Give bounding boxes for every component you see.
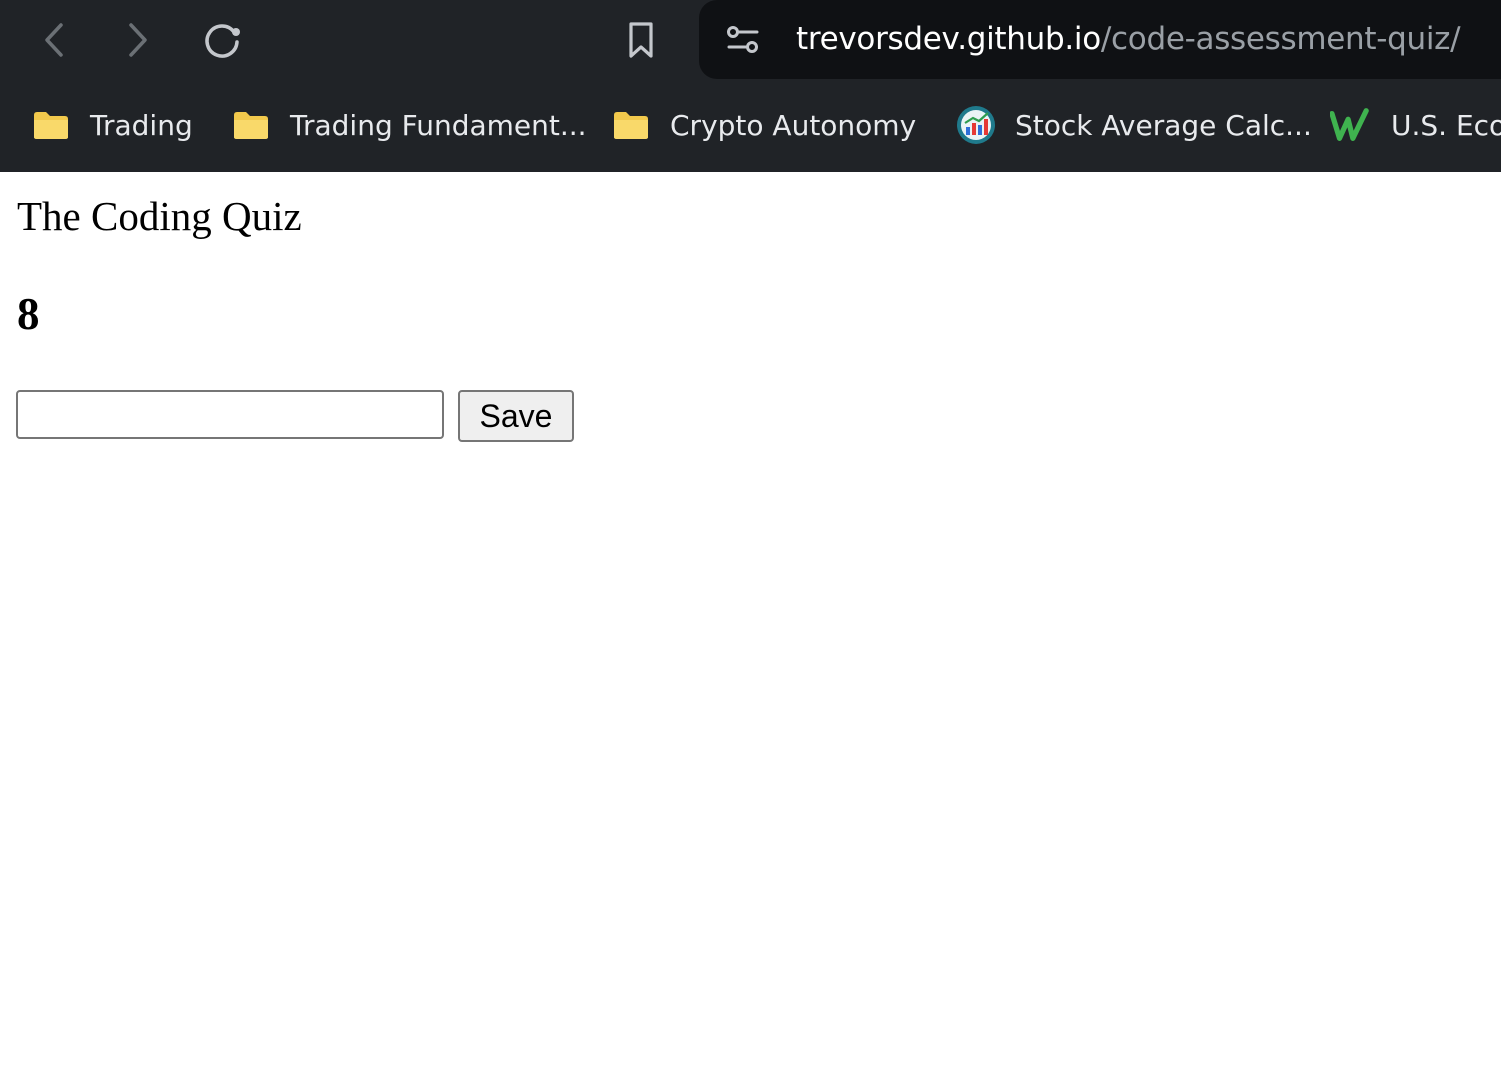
site-info-button[interactable] [719, 18, 767, 62]
tune-icon [727, 26, 759, 53]
folder-icon [231, 105, 271, 145]
browser-toolbar: trevorsdev.github.io/code-assessment-qui… [0, 0, 1501, 80]
bookmark-icon [629, 22, 653, 58]
address-bar[interactable]: trevorsdev.github.io/code-assessment-qui… [699, 0, 1501, 79]
folder-icon [611, 105, 651, 145]
bookmarks-bar: Trading Trading Fundament... Crypto Auto… [0, 96, 1501, 154]
bookmark-page-button[interactable] [615, 14, 667, 66]
browser-chrome: trevorsdev.github.io/code-assessment-qui… [0, 0, 1501, 172]
score-value: 8 [17, 289, 40, 339]
bookmark-trading-fundamentals[interactable]: Trading Fundament... [231, 96, 587, 154]
forward-arrow-icon [129, 23, 147, 57]
initials-input[interactable] [16, 390, 444, 439]
url-text[interactable]: trevorsdev.github.io/code-assessment-qui… [796, 17, 1461, 61]
bookmark-stock-average-calc[interactable]: Stock Average Calc... [956, 96, 1312, 154]
page-content: The Coding Quiz 8 Save [0, 172, 1501, 1072]
bookmark-crypto-autonomy[interactable]: Crypto Autonomy [611, 96, 916, 154]
url-host: trevorsdev.github.io [796, 21, 1101, 57]
back-arrow-icon [45, 23, 63, 57]
bookmark-label: U.S. Econ [1391, 108, 1501, 142]
reload-button[interactable] [196, 14, 248, 66]
save-button[interactable]: Save [458, 390, 574, 442]
bookmark-label: Trading Fundament... [290, 108, 587, 142]
w-favicon-icon [1330, 105, 1370, 145]
bookmark-trading[interactable]: Trading [31, 96, 193, 154]
chart-favicon-icon [956, 105, 996, 145]
bookmark-label: Trading [90, 108, 193, 142]
bookmark-label: Stock Average Calc... [1015, 108, 1312, 142]
bookmark-us-econ[interactable]: U.S. Econ [1330, 96, 1501, 154]
folder-icon [31, 105, 71, 145]
reload-icon [205, 24, 240, 58]
url-path: /code-assessment-quiz/ [1100, 21, 1461, 57]
forward-button[interactable] [112, 14, 164, 66]
page-title: The Coding Quiz [17, 193, 302, 239]
back-button[interactable] [28, 14, 80, 66]
bookmark-label: Crypto Autonomy [670, 108, 917, 142]
